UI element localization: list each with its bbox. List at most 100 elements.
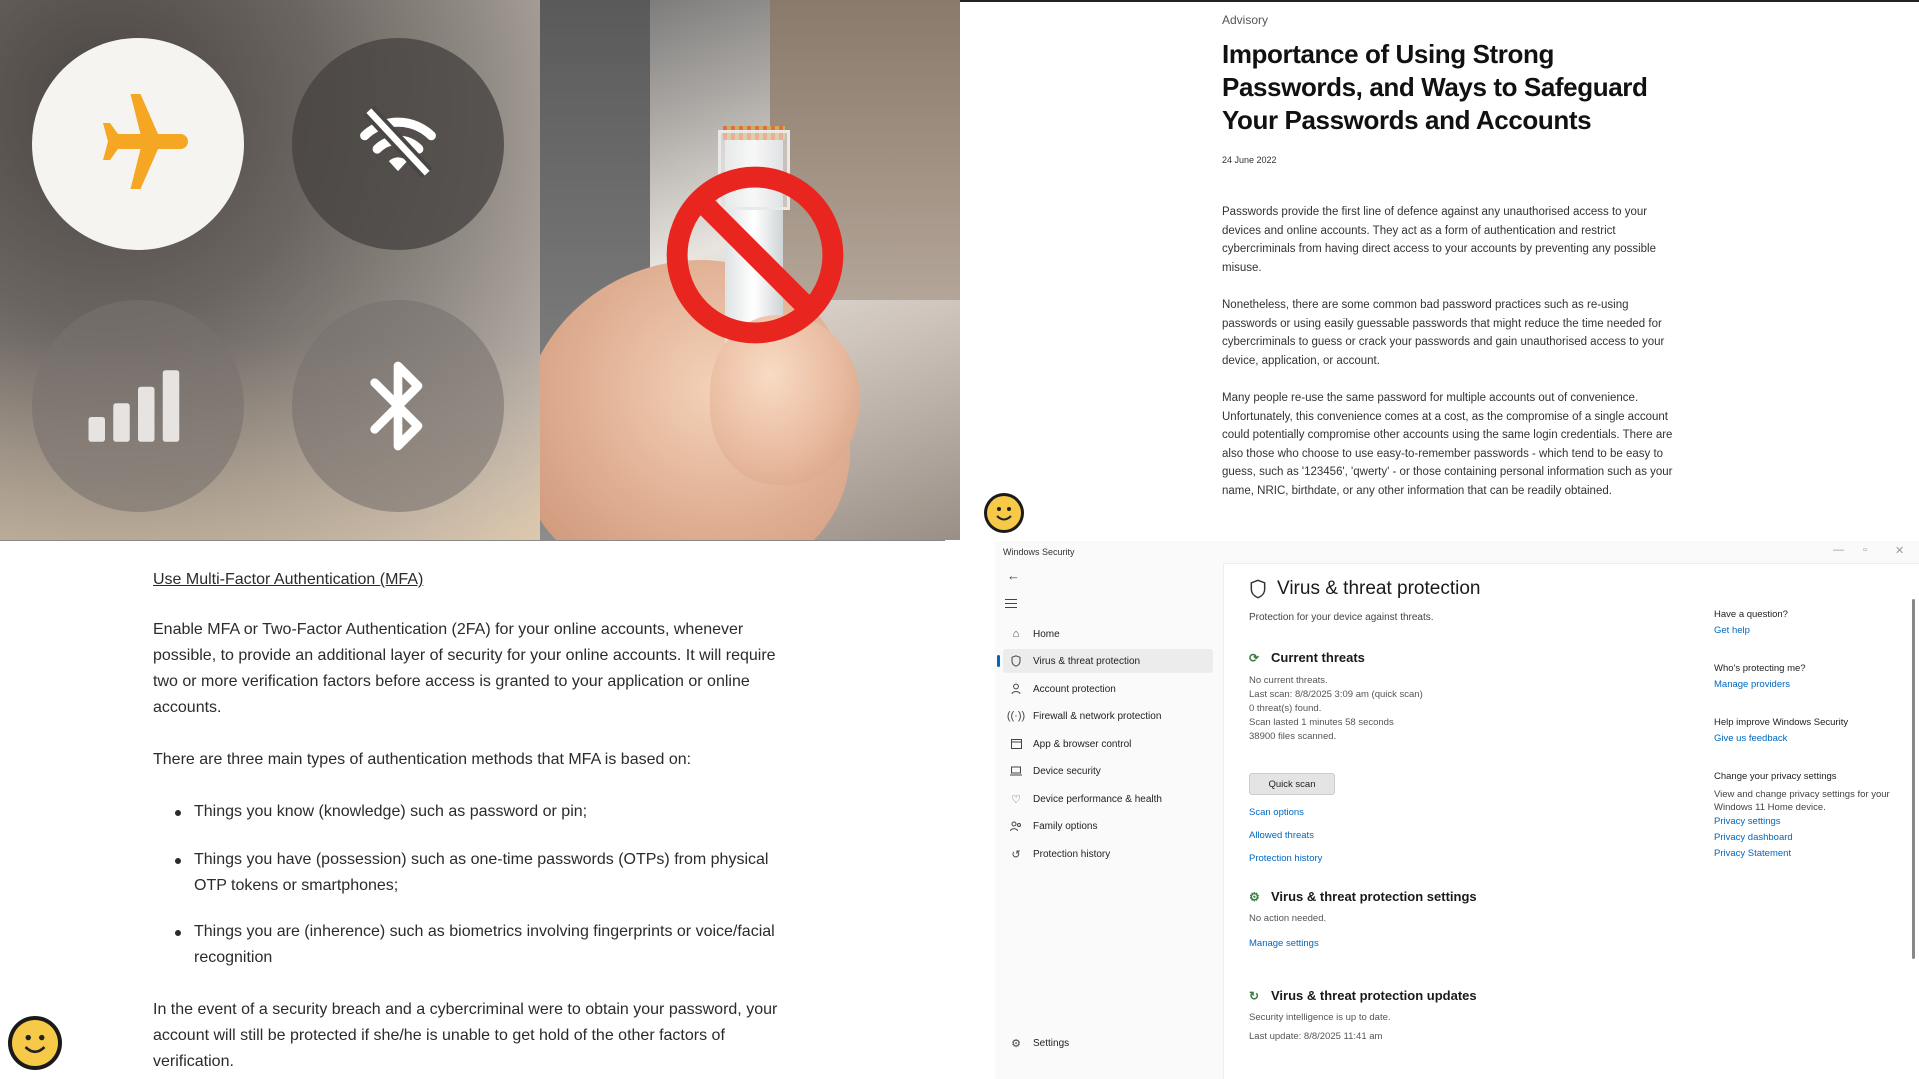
browser-icon <box>1009 738 1023 750</box>
sidebar-item-device-performance[interactable]: ♡ Device performance & health <box>1003 787 1213 811</box>
manage-settings-link[interactable]: Manage settings <box>1249 938 1319 949</box>
sidebar-item-label: Account protection <box>1033 683 1116 695</box>
privacy-text: View and change privacy settings for you… <box>1714 789 1890 813</box>
list-item: Things you know (knowledge) such as pass… <box>175 799 794 825</box>
wifi-toggle[interactable] <box>292 38 504 250</box>
main-content: Virus & threat protection Protection for… <box>1223 563 1919 1079</box>
vtp-last-update: Last update: 8/8/2025 11:41 am <box>1249 1031 1383 1042</box>
wifi-icon: ((·)) <box>1006 710 1026 722</box>
windows-security-window: Windows Security — ▫ ✕ ← ⌂ Home Virus & … <box>995 541 1919 1079</box>
vtp-updates-status: Security intelligence is up to date. <box>1249 1012 1391 1023</box>
current-threats-title: ⟳ Current threats <box>1249 650 1365 665</box>
threat-status-line: Scan lasted 1 minutes 58 seconds <box>1249 717 1394 728</box>
sidebar-item-home[interactable]: ⌂ Home <box>1003 622 1213 646</box>
sidebar-item-family-options[interactable]: Family options <box>1003 814 1213 838</box>
back-arrow-icon[interactable]: ← <box>1007 568 1020 583</box>
mfa-intro: Enable MFA or Two-Factor Authentication … <box>153 621 776 716</box>
list-item: Things you have (possession) such as one… <box>175 847 794 899</box>
cellular-toggle[interactable] <box>32 300 244 512</box>
close-button[interactable]: ✕ <box>1895 544 1904 557</box>
control-center-panel <box>0 0 540 540</box>
prohibited-icon <box>666 166 844 344</box>
protection-history-link[interactable]: Protection history <box>1249 853 1322 864</box>
page-subtitle: Protection for your device against threa… <box>1249 612 1434 623</box>
mfa-conclusion: In the event of a security breach and a … <box>153 1001 778 1070</box>
sidebar-item-device-security[interactable]: Device security <box>1003 759 1213 783</box>
scan-options-link[interactable]: Scan options <box>1249 807 1304 818</box>
divider <box>0 540 945 541</box>
article-date: 24 June 2022 <box>1222 155 1277 165</box>
composite-screenshot: Advisory Importance of Using Strong Pass… <box>0 0 1919 1079</box>
sidebar-item-app-browser[interactable]: App & browser control <box>1003 732 1213 756</box>
laptop-icon <box>1009 765 1023 777</box>
airplane-icon <box>103 94 188 189</box>
sidebar-item-protection-history[interactable]: ↺ Protection history <box>1003 842 1213 866</box>
threats-clock-icon: ⟳ <box>1249 650 1260 665</box>
article-title: Importance of Using Strong Passwords, an… <box>1222 39 1648 135</box>
settings-gear-icon: ⚙ <box>1249 889 1260 904</box>
sidebar-item-firewall[interactable]: ((·)) Firewall & network protection <box>1003 704 1213 728</box>
manage-providers-link[interactable]: Manage providers <box>1714 679 1790 690</box>
bluetooth-icon <box>370 361 423 451</box>
threat-status-line: Last scan: 8/8/2025 3:09 am (quick scan) <box>1249 689 1423 700</box>
gear-icon: ⚙ <box>1011 1037 1021 1050</box>
article-paragraph: Many people re-use the same password for… <box>1222 392 1673 497</box>
sidebar-item-label: Virus & threat protection <box>1033 655 1141 667</box>
history-icon: ↺ <box>1011 848 1021 861</box>
get-help-link[interactable]: Get help <box>1714 625 1750 636</box>
sidebar-item-label: Protection history <box>1033 848 1111 860</box>
article-paragraph: Passwords provide the first line of defe… <box>1222 206 1657 274</box>
sidebar-item-label: Settings <box>1033 1037 1070 1049</box>
shield-icon <box>1250 579 1266 599</box>
shield-icon <box>1009 655 1023 667</box>
ethernet-cable-photo <box>540 0 960 540</box>
sidebar-item-label: Home <box>1033 628 1060 640</box>
vtp-settings-title: ⚙ Virus & threat protection settings <box>1249 889 1477 904</box>
vtp-updates-title: ↻ Virus & threat protection updates <box>1249 988 1477 1003</box>
who-protecting-title: Who's protecting me? <box>1714 663 1806 674</box>
sidebar-item-label: Device performance & health <box>1033 793 1162 805</box>
privacy-settings-link[interactable]: Privacy settings <box>1714 816 1781 827</box>
minimize-button[interactable]: — <box>1833 544 1844 556</box>
smiley-icon <box>984 493 1024 533</box>
improve-title: Help improve Windows Security <box>1714 717 1849 728</box>
sidebar-item-label: Family options <box>1033 820 1098 832</box>
sidebar-item-virus-threat-protection[interactable]: Virus & threat protection <box>997 649 1213 673</box>
threat-status-line: 38900 files scanned. <box>1249 731 1337 742</box>
family-icon <box>1009 820 1023 832</box>
sidebar-item-account-protection[interactable]: Account protection <box>1003 677 1213 701</box>
threat-status-line: No current threats. <box>1249 675 1328 686</box>
privacy-title: Change your privacy settings <box>1714 771 1837 782</box>
heart-icon: ♡ <box>1011 793 1021 806</box>
sidebar-item-label: Device security <box>1033 765 1101 777</box>
refresh-icon: ↻ <box>1249 988 1260 1003</box>
smiley-icon <box>8 1016 62 1070</box>
quick-scan-button[interactable]: Quick scan <box>1249 773 1335 795</box>
divider <box>960 0 1919 2</box>
allowed-threats-link[interactable]: Allowed threats <box>1249 830 1314 841</box>
airplane-mode-toggle[interactable] <box>32 38 244 250</box>
hamburger-menu-icon[interactable] <box>1005 599 1017 608</box>
article-category: Advisory <box>1222 13 1269 27</box>
cellular-signal-icon <box>88 370 180 442</box>
sidebar-item-settings[interactable]: ⚙ Settings <box>1003 1031 1213 1055</box>
bluetooth-toggle[interactable] <box>292 300 504 512</box>
sidebar-item-label: Firewall & network protection <box>1033 710 1162 722</box>
page-title: Virus & threat protection <box>1249 578 1480 600</box>
window-title: Windows Security <box>1003 547 1075 557</box>
sidebar-item-label: App & browser control <box>1033 738 1132 750</box>
list-item: Things you are (inherence) such as biome… <box>175 919 794 971</box>
privacy-dashboard-link[interactable]: Privacy dashboard <box>1714 832 1793 843</box>
threat-status-line: 0 threat(s) found. <box>1249 703 1322 714</box>
question-title: Have a question? <box>1714 609 1788 620</box>
mfa-heading: Use Multi-Factor Authentication (MFA) <box>153 571 424 588</box>
maximize-button[interactable]: ▫ <box>1863 544 1867 556</box>
vtp-settings-status: No action needed. <box>1249 913 1327 924</box>
scrollbar[interactable] <box>1912 599 1915 959</box>
feedback-link[interactable]: Give us feedback <box>1714 733 1787 744</box>
home-icon: ⌂ <box>1012 628 1020 640</box>
mfa-types-intro: There are three main types of authentica… <box>153 751 692 768</box>
wifi-off-icon <box>360 105 436 179</box>
privacy-statement-link[interactable]: Privacy Statement <box>1714 848 1791 859</box>
article-paragraph: Nonetheless, there are some common bad p… <box>1222 299 1665 367</box>
